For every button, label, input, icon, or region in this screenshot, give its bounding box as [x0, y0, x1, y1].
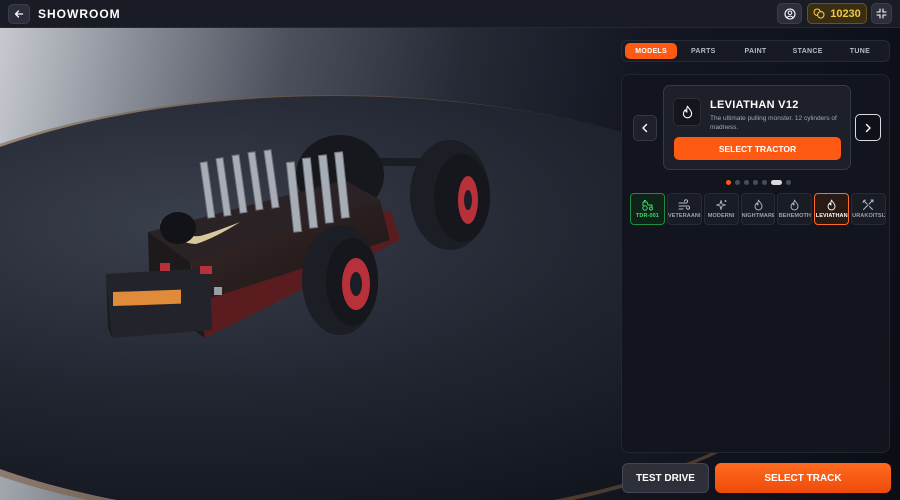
model-item-label: VETERAANI — [667, 213, 701, 219]
previous-model-button[interactable] — [633, 115, 657, 141]
carousel-dot[interactable] — [744, 180, 749, 185]
model-card: LEVIATHAN V12 The ultimate pulling monst… — [663, 85, 851, 170]
tools-icon — [862, 199, 874, 210]
model-item-label: LEVIATHAN — [815, 213, 848, 219]
chevron-right-icon — [865, 123, 871, 132]
model-item-behemoth[interactable]: BEHEMOTH — [777, 193, 813, 225]
model-icon-box — [673, 98, 701, 126]
model-item-tdr-001[interactable]: TDR-001 — [630, 193, 665, 225]
flame-icon — [682, 105, 692, 119]
model-item-label: NIGHTMARE — [741, 213, 775, 219]
tab-parts[interactable]: PARTS — [677, 43, 729, 59]
tractor-icon — [642, 200, 653, 211]
carousel-dots — [726, 180, 791, 185]
sparkle-icon — [715, 200, 727, 210]
tab-tune[interactable]: TUNE — [834, 43, 886, 59]
exit-fullscreen-button[interactable] — [871, 3, 892, 24]
flame-icon — [754, 199, 762, 211]
tab-stance[interactable]: STANCE — [782, 43, 834, 59]
next-model-button[interactable] — [855, 114, 881, 141]
carousel-dot-active[interactable] — [771, 180, 782, 185]
model-list: TDR-001 VETERAANI MODERNI NIGHTMARE BEHE… — [630, 193, 887, 227]
model-name: LEVIATHAN V12 — [710, 99, 799, 111]
coin-balance: 10230 — [807, 3, 867, 24]
back-button[interactable] — [8, 4, 30, 24]
model-item-label: URAKOITSIJA — [852, 213, 885, 219]
minimize-icon — [876, 8, 887, 19]
carousel-dot[interactable] — [762, 180, 767, 185]
wind-icon — [678, 199, 690, 210]
model-item-label: BEHEMOTH — [778, 213, 811, 219]
flame-icon — [790, 199, 799, 211]
customize-tabs: MODELS PARTS PAINT STANCE TUNE — [621, 40, 890, 62]
tab-models[interactable]: MODELS — [625, 43, 678, 59]
chevron-left-icon — [642, 123, 648, 133]
coins-icon — [813, 8, 825, 19]
model-panel: LEVIATHAN V12 The ultimate pulling monst… — [621, 74, 890, 453]
model-item-urakoitsija[interactable]: URAKOITSIJA — [851, 193, 887, 225]
model-item-veteraani[interactable]: VETERAANI — [666, 193, 702, 225]
model-item-moderni[interactable]: MODERNI — [703, 193, 739, 225]
carousel-dot[interactable] — [753, 180, 758, 185]
select-track-button[interactable]: SELECT TRACK — [715, 463, 891, 493]
arrow-left-icon — [14, 10, 24, 18]
model-item-nightmare[interactable]: NIGHTMARE — [740, 193, 776, 225]
user-circle-icon — [783, 7, 796, 20]
page-title: SHOWROOM — [38, 7, 121, 21]
model-item-label: MODERNI — [707, 213, 735, 219]
model-item-label: TDR-001 — [635, 213, 659, 219]
test-drive-button[interactable]: TEST DRIVE — [622, 463, 709, 493]
carousel-dot[interactable] — [735, 180, 740, 185]
select-tractor-button[interactable]: SELECT TRACTOR — [674, 137, 841, 160]
tab-paint[interactable]: PAINT — [729, 43, 781, 59]
flame-icon — [827, 199, 836, 211]
carousel-dot[interactable] — [786, 180, 791, 185]
carousel-dot[interactable] — [726, 180, 731, 185]
model-description: The ultimate pulling monster. 12 cylinde… — [710, 115, 837, 131]
model-item-leviathan[interactable]: LEVIATHAN — [814, 193, 850, 225]
profile-button[interactable] — [777, 3, 802, 24]
top-bar: SHOWROOM 10230 — [0, 0, 900, 28]
coin-amount: 10230 — [830, 7, 861, 20]
